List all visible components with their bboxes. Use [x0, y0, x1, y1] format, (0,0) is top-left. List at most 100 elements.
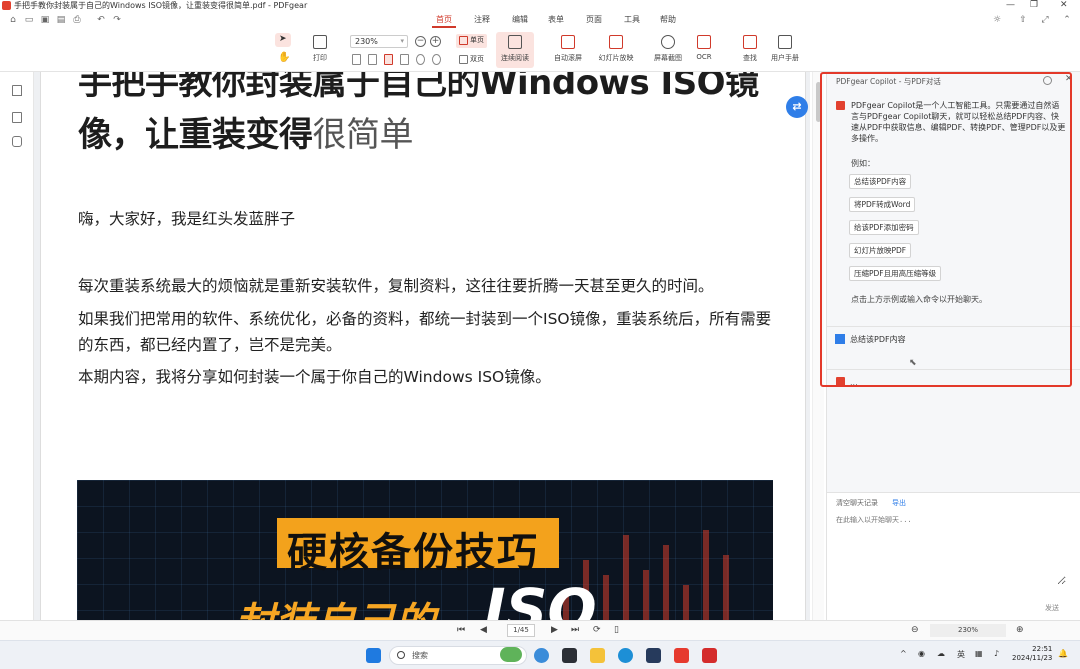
suggestion-compress[interactable]: 压缩PDF且用高压缩等级 — [849, 266, 942, 281]
ime-indicator[interactable]: 英 — [957, 649, 965, 660]
ocr-button[interactable]: OCR — [692, 32, 716, 68]
pdfgear-taskbar-icon[interactable] — [702, 648, 717, 663]
suggestion-slideshow[interactable]: 幻灯片放映PDF — [849, 243, 912, 258]
send-button[interactable]: 发送 — [1045, 603, 1059, 613]
copilot-toggle-icon[interactable]: ⇄ — [786, 96, 808, 118]
single-page-button[interactable]: 单页 — [456, 34, 487, 48]
zoom-in-icon[interactable]: + — [430, 36, 441, 47]
page-view-icon[interactable]: ▯ — [614, 625, 619, 636]
doc-heading-line1: 手把手教你封装属于自己的Windows ISO镜 — [78, 72, 759, 103]
file-explorer-icon[interactable] — [590, 648, 605, 663]
bookmark-icon[interactable] — [12, 85, 22, 96]
tab-pages[interactable]: 页面 — [582, 14, 606, 26]
close-icon[interactable]: ✕ — [1060, 0, 1068, 11]
tab-annotate[interactable]: 注释 — [470, 14, 494, 26]
page-indicator[interactable]: 1/45 — [507, 624, 535, 637]
tray-grid-icon[interactable]: ▦ — [975, 649, 983, 658]
comments-icon[interactable] — [12, 136, 22, 147]
book-icon — [778, 35, 792, 49]
save-icon[interactable]: ▣ — [40, 15, 50, 25]
start-icon[interactable] — [366, 648, 381, 663]
pdf-page: 手把手教你封装属于自己的Windows ISO镜 像，让重装变得很简单 嗨，大家… — [40, 72, 806, 620]
home-icon[interactable]: ⌂ — [8, 15, 18, 25]
wps-icon[interactable] — [674, 648, 689, 663]
chat-input[interactable] — [836, 515, 1066, 585]
next-page-icon[interactable]: ▶ — [551, 625, 558, 636]
clear-chat-link[interactable]: 清空聊天记录 — [836, 498, 878, 508]
status-zoom-in-icon[interactable]: ⊕ — [1016, 625, 1024, 636]
open-folder-icon[interactable]: ▭ — [24, 15, 34, 25]
mouse-cursor-icon: ⬉ — [909, 358, 917, 368]
last-page-icon[interactable]: ⏭ — [571, 625, 579, 636]
continuous-read-button[interactable]: 连续阅读 — [496, 32, 534, 68]
undo-icon[interactable]: ↶ — [96, 15, 106, 25]
collapse-ribbon-icon[interactable]: ⌃ — [1062, 15, 1072, 25]
zoom-out-icon[interactable]: − — [415, 36, 426, 47]
print-button[interactable]: 打印 — [306, 32, 334, 68]
edge-icon[interactable] — [618, 648, 633, 663]
doc-heading-line2: 像，让重装变得很简单 — [78, 115, 413, 155]
tab-edit[interactable]: 编辑 — [508, 14, 532, 26]
screenshot-button[interactable]: 屏幕截图 — [650, 32, 686, 68]
auto-scroll-button[interactable]: 自动滚屏 — [548, 32, 588, 68]
user-manual-button[interactable]: 用户手册 — [768, 32, 802, 68]
fit-width-icon[interactable] — [352, 54, 361, 65]
store-icon[interactable] — [646, 648, 661, 663]
maximize-icon[interactable]: ❐ — [1030, 0, 1038, 11]
copilot-app-icon[interactable] — [534, 648, 549, 663]
select-tool[interactable]: ➤ — [275, 33, 291, 47]
redo-icon[interactable]: ↷ — [112, 15, 122, 25]
fit-visible-icon[interactable] — [400, 54, 409, 65]
fullscreen-icon[interactable]: ⤢ — [1040, 15, 1050, 25]
rotate-right-icon[interactable] — [432, 54, 441, 65]
tab-form[interactable]: 表单 — [544, 14, 568, 26]
thumbnails-icon[interactable] — [12, 112, 22, 123]
suggestion-to-word[interactable]: 将PDF转成Word — [849, 197, 916, 212]
theme-icon[interactable]: ☼ — [992, 15, 1002, 25]
scrollbar-thumb[interactable] — [816, 82, 821, 122]
tray-cloud-icon[interactable]: ☁ — [937, 649, 945, 658]
panel-close-icon[interactable]: ✕ — [1065, 74, 1073, 84]
volume-icon[interactable]: ♪ — [994, 649, 999, 658]
suggestion-add-password[interactable]: 给该PDF添加密码 — [849, 220, 919, 235]
zoom-select[interactable]: 230% ▾ — [350, 35, 408, 48]
document-viewer[interactable]: 手把手教你封装属于自己的Windows ISO镜 像，让重装变得很简单 嗨，大家… — [34, 72, 810, 620]
taskbar-clock[interactable]: 22:51 2024/11/23 — [1012, 645, 1052, 663]
status-zoom[interactable]: 230% — [930, 624, 1006, 637]
copilot-panel: PDFgear Copilot - 与PDF对话 ✕ PDFgear Copil… — [826, 72, 1080, 620]
pdfgear-window: 手把手教你封装属于自己的Windows ISO镜像，让重装变得很简单.pdf -… — [0, 0, 1080, 669]
rotate-left-icon[interactable] — [416, 54, 425, 65]
rotate-page-icon[interactable]: ⟳ — [593, 625, 601, 636]
tab-home[interactable]: 首页 — [432, 14, 456, 28]
task-view-icon[interactable] — [562, 648, 577, 663]
actual-size-icon[interactable] — [384, 54, 393, 65]
prev-page-icon[interactable]: ◀ — [480, 625, 487, 636]
notification-icon[interactable]: 🔔 — [1058, 649, 1068, 658]
slideshow-button[interactable]: 幻灯片放映 — [596, 32, 636, 68]
status-bar: ⏮ ◀ 1/45 ▶ ⏭ ⟳ ▯ ⊖ 230% ⊕ — [0, 620, 1080, 640]
minimize-icon[interactable]: — — [1006, 0, 1015, 11]
doc-paragraph-2b: 的东西，都已经内置了，岂不是完美。 — [78, 336, 342, 354]
menu-bar: ⌂ ▭ ▣ ▤ ⎙ ↶ ↷ 首页 注释 编辑 表单 页面 工具 帮助 ☼ ⇧ ⤢… — [0, 12, 1080, 30]
share-icon[interactable]: ⇧ — [1018, 15, 1028, 25]
user-message: 总结该PDF内容 — [835, 334, 906, 345]
double-page-button[interactable]: 双页 — [456, 53, 487, 67]
user-avatar-icon — [835, 334, 845, 344]
settings-icon[interactable] — [1043, 76, 1052, 85]
tray-app-icon[interactable]: ◉ — [918, 649, 925, 658]
widget-icon[interactable] — [500, 647, 522, 662]
tab-help[interactable]: 帮助 — [656, 14, 680, 26]
tab-tools[interactable]: 工具 — [620, 14, 644, 26]
hand-tool-icon[interactable]: ✋ — [278, 52, 290, 63]
find-button[interactable]: 查找 — [738, 32, 762, 68]
fit-page-icon[interactable] — [368, 54, 377, 65]
suggestion-summarize[interactable]: 总结该PDF内容 — [849, 174, 912, 189]
print-quick-icon[interactable]: ⎙ — [72, 15, 82, 25]
export-link[interactable]: 导出 — [892, 498, 906, 508]
search-icon — [743, 35, 757, 49]
vertical-scrollbar[interactable] — [812, 72, 824, 620]
tray-overflow-icon[interactable]: ^ — [900, 649, 907, 658]
status-zoom-out-icon[interactable]: ⊖ — [911, 625, 919, 636]
save-as-icon[interactable]: ▤ — [56, 15, 66, 25]
first-page-icon[interactable]: ⏮ — [457, 625, 465, 636]
